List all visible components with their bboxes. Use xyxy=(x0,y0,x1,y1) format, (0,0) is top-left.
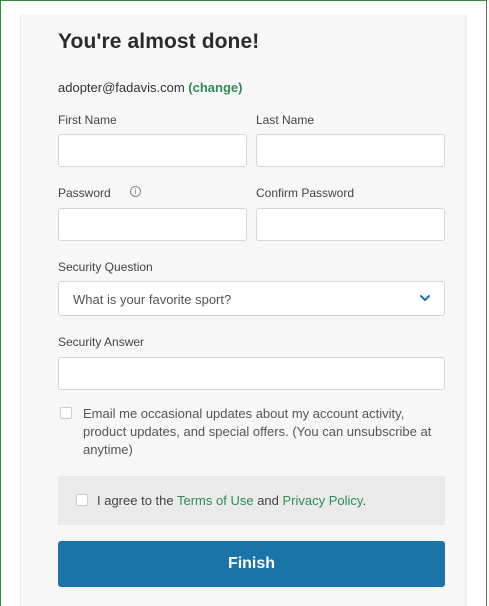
first-name-input[interactable] xyxy=(58,134,247,167)
security-question-select[interactable]: What is your favorite sport? xyxy=(58,281,445,316)
account-email: adopter@fadavis.com xyxy=(58,80,185,95)
last-name-label: Last Name xyxy=(256,113,315,127)
updates-checkbox[interactable] xyxy=(60,407,72,419)
security-question-value: What is your favorite sport? xyxy=(73,292,232,307)
finish-button[interactable]: Finish xyxy=(58,541,445,587)
terms-suffix: . xyxy=(362,493,367,508)
info-icon[interactable]: i xyxy=(130,186,141,197)
security-answer-input[interactable] xyxy=(58,357,445,390)
terms-prefix: I agree to the xyxy=(97,493,177,508)
terms-middle: and xyxy=(253,493,283,508)
last-name-input[interactable] xyxy=(256,134,445,167)
privacy-policy-link[interactable]: Privacy Policy xyxy=(283,493,363,508)
page-title: You're almost done! xyxy=(58,30,260,53)
terms-agreement-text: I agree to the Terms of Use and Privacy … xyxy=(97,493,366,508)
first-name-label: First Name xyxy=(58,113,117,127)
security-answer-label: Security Answer xyxy=(58,335,145,349)
password-label: Password xyxy=(58,186,111,200)
confirm-password-input[interactable] xyxy=(256,208,445,241)
account-email-line: adopter@fadavis.com (change) xyxy=(58,80,242,95)
chevron-down-icon xyxy=(420,295,430,301)
terms-of-use-link[interactable]: Terms of Use xyxy=(177,493,254,508)
password-input[interactable] xyxy=(58,208,247,241)
security-question-label: Security Question xyxy=(58,260,153,274)
terms-agreement-box: I agree to the Terms of Use and Privacy … xyxy=(58,476,445,525)
updates-checkbox-label: Email me occasional updates about my acc… xyxy=(83,406,432,457)
change-email-link[interactable]: (change) xyxy=(188,80,242,95)
confirm-password-label: Confirm Password xyxy=(256,186,355,200)
terms-checkbox[interactable] xyxy=(76,494,88,506)
